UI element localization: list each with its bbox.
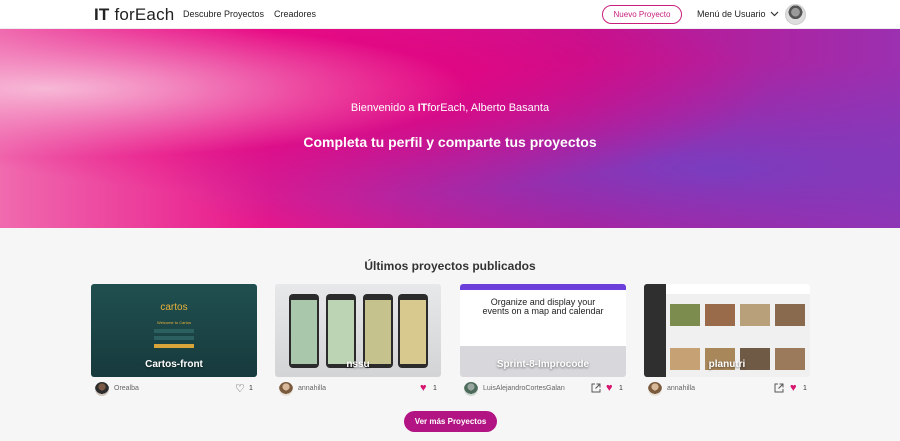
logo[interactable]: IT forEach xyxy=(94,5,174,25)
author-name[interactable]: annahilla xyxy=(667,385,695,392)
author-name[interactable]: Orealba xyxy=(114,385,139,392)
section-title: Últimos proyectos publicados xyxy=(364,259,536,273)
user-menu-label: Menú de Usuario xyxy=(697,9,766,19)
hero-banner: Bienvenido a ITforEach, Alberto Basanta … xyxy=(0,29,900,228)
project-meta: Orealba ♡ 1 xyxy=(91,381,257,401)
project-card[interactable]: cartos Welcome to Cartos Cartos-front Or… xyxy=(91,284,257,401)
logo-bold: IT xyxy=(94,5,110,24)
external-link-icon[interactable] xyxy=(591,383,601,393)
project-name: nssu xyxy=(346,359,370,370)
project-meta: annahilla ♥ 1 xyxy=(275,381,441,401)
heart-filled-icon[interactable]: ♥ xyxy=(790,382,797,394)
project-name: Sprint-8-Improcode xyxy=(496,359,590,370)
hero-title: Completa tu perfil y comparte tus proyec… xyxy=(303,134,597,150)
hero-welcome-rest: forEach, Alberto Basanta xyxy=(427,102,550,114)
author-avatar[interactable] xyxy=(648,382,662,396)
likes-count: 1 xyxy=(619,385,623,392)
project-card[interactable]: nssu annahilla ♥ 1 xyxy=(275,284,441,401)
author-avatar[interactable] xyxy=(279,382,293,396)
thumb-app-sub: Welcome to Cartos xyxy=(157,320,191,325)
likes-count: 1 xyxy=(803,385,807,392)
project-name: planutri xyxy=(708,359,746,370)
heart-outline-icon[interactable]: ♡ xyxy=(235,382,245,395)
project-thumbnail[interactable]: Organize and display your events on a ma… xyxy=(460,284,626,377)
hero-welcome: Bienvenido a ITforEach, Alberto Basanta xyxy=(0,102,900,114)
project-thumbnail[interactable]: nssu xyxy=(275,284,441,377)
nav-link-discover[interactable]: Descubre Proyectos xyxy=(183,9,264,19)
project-card[interactable]: Organize and display your events on a ma… xyxy=(460,284,626,401)
author-avatar[interactable] xyxy=(464,382,478,396)
author-name[interactable]: LuisAlejandroCortesGalan xyxy=(483,385,565,392)
user-avatar[interactable] xyxy=(785,4,806,25)
project-meta: LuisAlejandroCortesGalan ♥ 1 xyxy=(460,381,626,401)
likes-count: 1 xyxy=(433,385,437,392)
heart-filled-icon[interactable]: ♥ xyxy=(606,382,613,394)
author-avatar[interactable] xyxy=(95,382,109,396)
new-project-button[interactable]: Nuevo Proyecto xyxy=(602,5,682,24)
project-thumbnail[interactable]: cartos Welcome to Cartos Cartos-front xyxy=(91,284,257,377)
external-link-icon[interactable] xyxy=(774,383,784,393)
project-meta: annahilla ♥ 1 xyxy=(644,381,810,401)
top-navbar: IT forEach Descubre Proyectos Creadores … xyxy=(0,0,900,29)
hero-welcome-prefix: Bienvenido a xyxy=(350,102,418,114)
chevron-down-icon xyxy=(770,11,778,17)
hero-welcome-brand: IT xyxy=(417,102,428,114)
thumb-app-name: cartos xyxy=(160,302,187,313)
see-more-projects-button[interactable]: Ver más Proyectos xyxy=(404,411,497,432)
project-card[interactable]: planutri annahilla ♥ 1 xyxy=(644,284,810,401)
project-thumbnail[interactable]: planutri xyxy=(644,284,810,377)
project-name: Cartos-front xyxy=(145,359,203,370)
logo-text: forEach xyxy=(109,5,175,24)
likes-count: 1 xyxy=(249,385,253,392)
thumb-headline: Organize and display your events on a ma… xyxy=(482,298,604,316)
nav-link-creators[interactable]: Creadores xyxy=(274,9,316,19)
heart-filled-icon[interactable]: ♥ xyxy=(420,382,427,394)
user-menu-toggle[interactable]: Menú de Usuario xyxy=(697,9,779,19)
author-name[interactable]: annahilla xyxy=(298,385,326,392)
